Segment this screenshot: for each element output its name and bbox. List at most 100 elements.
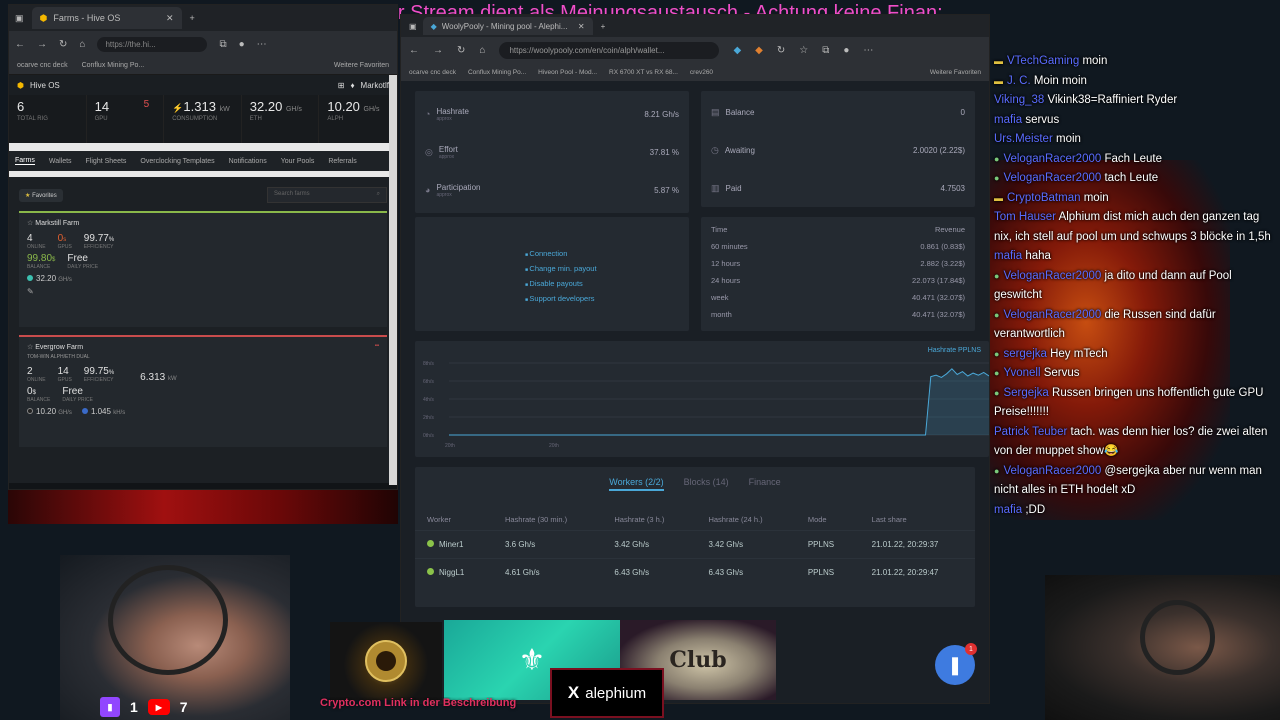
table-row[interactable]: NiggL1 4.61 Gh/s 6.43 Gh/s 6.43 Gh/s PPL… (415, 558, 975, 586)
bookmark-item[interactable]: crev260 (690, 69, 713, 76)
stat-value: 2.0020 (2.22$) (912, 145, 965, 155)
table-row[interactable]: Miner1 3.6 Gh/s 3.42 Gh/s 3.42 Gh/s PPLN… (415, 530, 975, 559)
bookmark-item[interactable]: Weitere Favoriten (334, 62, 389, 69)
chat-username[interactable]: mafia (994, 504, 1022, 516)
chat-username[interactable]: Sergejka (1003, 387, 1048, 399)
header-cell[interactable]: Hashrate (24 h.) (696, 509, 795, 531)
tab-farms[interactable]: Farms (15, 157, 35, 165)
x-tick-label: 20th (549, 443, 559, 449)
bell-icon[interactable]: ♦ (350, 81, 354, 90)
reload-icon[interactable]: ↻ (457, 45, 465, 56)
browser-tab[interactable]: ⬢ Farms - Hive OS ✕ (31, 7, 182, 29)
forward-icon[interactable]: → (433, 45, 443, 56)
bookmark-item[interactable]: Weitere Favoriten (930, 69, 981, 76)
star-icon[interactable]: ☆ (27, 220, 33, 227)
more-menu-icon[interactable]: ⋯ (257, 39, 267, 50)
address-bar[interactable]: https://the.hi... (97, 36, 208, 52)
star-icon[interactable]: ☆ (27, 344, 33, 351)
tab-wallets[interactable]: Wallets (49, 158, 72, 165)
chat-username[interactable]: VeloganRacer2000 (1003, 270, 1101, 282)
header-cell[interactable]: Last share (860, 509, 975, 531)
window-menu-icon[interactable]: ▣ (409, 22, 417, 31)
online-count: 4 (27, 233, 33, 244)
header-cell[interactable]: Hashrate (3 h.) (602, 509, 696, 531)
add-icon[interactable]: ⊞ (338, 81, 345, 90)
tab-workers[interactable]: Workers (2/2) (609, 477, 664, 491)
support-chat-button[interactable]: ❚ 1 (935, 643, 977, 685)
vip-badge-icon: ▬ (994, 56, 1003, 66)
chat-username[interactable]: VeloganRacer2000 (1003, 153, 1101, 165)
chat-username[interactable]: sergejka (1003, 348, 1046, 360)
disable-payouts-link[interactable]: Disable payouts (525, 277, 689, 292)
bookmark-item[interactable]: RX 6700 XT vs RX 68... (609, 69, 678, 76)
scrollbar[interactable] (389, 75, 397, 485)
extension-icon[interactable]: ◆ (755, 45, 763, 56)
address-bar[interactable]: https://woolypooly.com/en/coin/alph/wall… (499, 41, 720, 59)
close-tab-icon[interactable]: ✕ (166, 13, 174, 24)
chat-username[interactable]: Patrick Teuber (994, 426, 1067, 438)
header-cell[interactable]: Worker (415, 509, 493, 531)
refresh-icon[interactable]: ↻ (777, 45, 785, 56)
forward-icon[interactable]: → (37, 39, 47, 50)
change-payout-link[interactable]: Change min. payout (525, 262, 689, 277)
tab-finance[interactable]: Finance (749, 477, 781, 491)
extension-icon[interactable]: ⧉ (219, 39, 226, 50)
chat-username[interactable]: CryptoBatman (1007, 192, 1081, 204)
tab-notifications[interactable]: Notifications (229, 158, 267, 165)
favorites-button[interactable]: ★ Favorites (19, 188, 63, 202)
new-tab-icon[interactable]: + (190, 13, 195, 23)
tab-flight-sheets[interactable]: Flight Sheets (86, 158, 127, 165)
profile-avatar[interactable]: ● (239, 39, 245, 50)
search-farms-input[interactable]: Search farms ⌕ (267, 187, 387, 203)
farm-hashrate: 32.20 (36, 274, 57, 283)
chat-text: Moin moin (1033, 74, 1087, 87)
farm-card[interactable]: ☆ Markstill Farm 4 ONLINE 0s GPUS 99.77% EF… (19, 211, 387, 327)
favorites-icon[interactable]: ☆ (799, 45, 808, 56)
chat-username[interactable]: J. C. (1007, 75, 1031, 87)
home-icon[interactable]: ⌂ (479, 45, 485, 56)
chat-username[interactable]: VeloganRacer2000 (1003, 309, 1101, 321)
header-cell[interactable]: Mode (796, 509, 860, 531)
browser-tab[interactable]: ◆ WoolyPooly - Mining pool - Alephi... ✕ (422, 17, 593, 35)
chat-username[interactable]: Yvonell (1003, 367, 1040, 379)
close-tab-icon[interactable]: ✕ (578, 22, 585, 31)
chat-username[interactable]: VTechGaming (1007, 55, 1079, 67)
tab-overclocking[interactable]: Overclocking Templates (140, 158, 214, 165)
chat-username[interactable]: Viking_38 (994, 94, 1044, 106)
extension-icon[interactable]: ◆ (733, 45, 741, 56)
tab-blocks[interactable]: Blocks (14) (684, 477, 729, 491)
reload-icon[interactable]: ↻ (59, 39, 67, 50)
chat-username[interactable]: Tom Hauser (994, 211, 1056, 223)
profile-avatar[interactable]: ● (843, 45, 849, 56)
chat-username[interactable]: VeloganRacer2000 (1003, 465, 1101, 477)
user-menu[interactable]: Markotlf (361, 81, 389, 90)
bookmark-item[interactable]: ocarve cnc deck (409, 69, 456, 76)
tab-referrals[interactable]: Referrals (328, 158, 356, 165)
edit-icon[interactable]: ✎ (27, 287, 379, 296)
back-icon[interactable]: ← (15, 39, 25, 50)
chat-username[interactable]: mafia (994, 114, 1022, 126)
more-menu-icon[interactable]: ⋯ (863, 45, 873, 56)
connection-link[interactable]: Connection (525, 247, 689, 262)
bookmark-item[interactable]: Hiveon Pool - Mod... (538, 69, 597, 76)
tab-pools[interactable]: Your Pools (281, 158, 315, 165)
farm-card[interactable]: ☆ Evergrow Farm ▪▪ TOM-WIN ALPH/ETH DUAL … (19, 335, 387, 447)
bookmark-item[interactable]: Conflux Mining Po... (82, 62, 145, 69)
support-developers-link[interactable]: Support developers (525, 292, 689, 307)
gpus-count: 14 (57, 366, 69, 377)
home-icon[interactable]: ⌂ (79, 39, 85, 50)
chat-username[interactable]: mafia (994, 250, 1022, 262)
stat-sublabel: approx (436, 191, 452, 198)
bookmark-item[interactable]: ocarve cnc deck (17, 62, 68, 69)
header-cell[interactable]: Hashrate (30 min.) (493, 509, 602, 531)
chat-username[interactable]: VeloganRacer2000 (1003, 172, 1101, 184)
collections-icon[interactable]: ⧉ (822, 45, 829, 56)
window-menu-icon[interactable]: ▣ (15, 13, 24, 24)
chat-username[interactable]: Urs.Meister (994, 133, 1053, 145)
chat-text: tach Leute (1104, 172, 1159, 184)
back-icon[interactable]: ← (409, 45, 419, 56)
bookmark-item[interactable]: Conflux Mining Po... (468, 69, 526, 76)
new-tab-icon[interactable]: + (601, 22, 606, 31)
revenue-cell: 2.882 (3.22$) (920, 259, 965, 268)
stat-value: 10.20 (327, 99, 360, 114)
